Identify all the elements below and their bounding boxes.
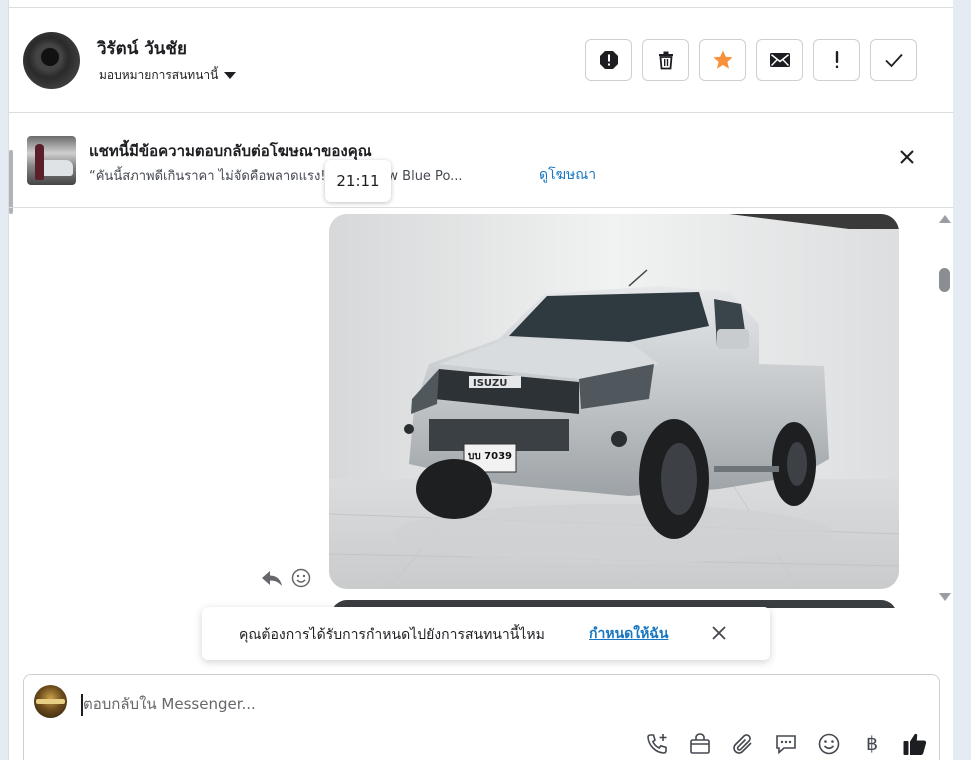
delete-button[interactable]	[642, 39, 689, 81]
like-button[interactable]	[902, 731, 928, 757]
star-icon	[712, 50, 733, 69]
call-plus-icon	[647, 734, 667, 754]
composer-toolbar: ฿	[644, 731, 928, 757]
my-page-avatar	[34, 685, 67, 718]
assign-conversation-dropdown[interactable]: มอบหมายการสนทนานี้	[99, 66, 237, 85]
check-icon	[884, 53, 903, 68]
mark-done-button[interactable]	[870, 39, 917, 81]
saved-replies-button[interactable]	[773, 731, 799, 757]
star-button[interactable]	[699, 39, 746, 81]
shopping-bag-icon	[690, 733, 710, 754]
scroll-up-icon[interactable]	[939, 215, 951, 223]
emoji-react-icon[interactable]	[291, 568, 311, 588]
assign-label: มอบหมายการสนทนานี้	[99, 68, 219, 82]
ad-message-snippet: “คันนี้สภาพดีเกินราคา ไม่จัดคือพลาดแรง! …	[89, 169, 463, 184]
scroll-down-icon[interactable]	[939, 593, 951, 601]
reply-composer: ฿	[23, 674, 940, 760]
emoji-icon	[818, 733, 840, 755]
assign-prompt-toast: คุณต้องการได้รับการกำหนดไปยังการสนทนานี้…	[202, 607, 770, 660]
assign-prompt-text: คุณต้องการได้รับการกำหนดไปยังการสนทนานี้…	[239, 627, 545, 643]
exclamation-icon	[835, 51, 838, 69]
call-button[interactable]	[644, 731, 670, 757]
shop-button[interactable]	[687, 731, 713, 757]
envelope-icon	[769, 53, 790, 67]
thumbs-up-icon	[903, 733, 927, 755]
payment-button[interactable]: ฿	[859, 731, 885, 757]
contact-name[interactable]: วิรัตน์ วันชัย	[97, 35, 187, 62]
trash-icon	[658, 51, 673, 70]
paperclip-icon	[733, 734, 752, 754]
car-photo-message[interactable]: ISUZU บบ 7039	[329, 214, 899, 589]
view-ad-link[interactable]: ดูโฆษณา	[539, 164, 596, 186]
ad-reply-banner: แชทนี้มีข้อความตอบกลับต่อโฆษณาของคุณ “คั…	[9, 113, 954, 208]
spam-icon	[599, 51, 618, 69]
license-plate: บบ 7039	[468, 451, 512, 462]
assign-to-me-link[interactable]: กำหนดให้ฉัน	[589, 623, 668, 645]
close-icon[interactable]	[899, 149, 915, 165]
grille-brand: ISUZU	[473, 378, 507, 389]
close-icon[interactable]	[711, 625, 727, 641]
conversation-panel: วิรัตน์ วันชัย มอบหมายการสนทนานี้ แชทนี้…	[8, 0, 954, 760]
chat-bubble-icon	[776, 735, 796, 755]
mark-unread-button[interactable]	[756, 39, 803, 81]
emoji-button[interactable]	[816, 731, 842, 757]
chevron-down-icon	[224, 72, 237, 79]
header-actions	[585, 39, 917, 81]
reply-input[interactable]	[80, 691, 900, 717]
thread-scrollbar[interactable]	[938, 208, 952, 608]
follow-up-button[interactable]	[813, 39, 860, 81]
scroll-thumb[interactable]	[939, 268, 950, 292]
reply-icon[interactable]	[261, 569, 283, 587]
contact-avatar[interactable]	[23, 32, 80, 89]
message-hover-actions	[261, 568, 311, 588]
mark-spam-button[interactable]	[585, 39, 632, 81]
attach-button[interactable]	[730, 731, 756, 757]
message-thread[interactable]: ISUZU บบ 7039	[9, 208, 954, 608]
conversation-header: วิรัตน์ วันชัย มอบหมายการสนทนานี้	[9, 8, 954, 113]
ad-thumbnail[interactable]	[27, 136, 76, 185]
timestamp-tooltip: 21:11	[325, 160, 391, 202]
